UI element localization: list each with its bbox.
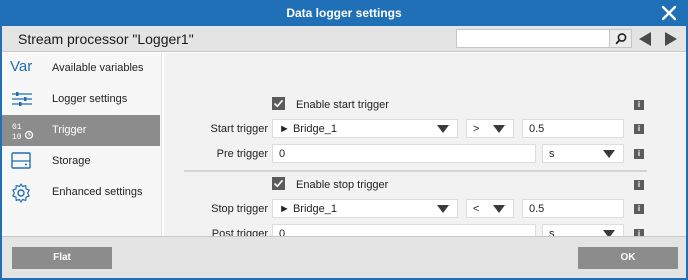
start-trigger-operator-dropdown[interactable]: >: [466, 119, 514, 138]
start-trigger-operator-value: >: [473, 123, 480, 135]
enable-stop-trigger-label: Enable stop trigger: [296, 179, 389, 191]
search-box: [456, 29, 632, 48]
pre-trigger-input[interactable]: 0: [272, 144, 536, 163]
previous-arrow-icon[interactable]: [638, 31, 652, 47]
ok-button[interactable]: OK: [578, 247, 678, 269]
svg-text:01: 01: [12, 123, 22, 132]
stop-trigger-source-value: ► Bridge_1: [279, 203, 337, 215]
dialog-frame: Stream processor "Logger1" Var Available…: [0, 26, 688, 280]
chevron-down-icon: [493, 205, 505, 213]
sub-header: Stream processor "Logger1": [2, 26, 686, 52]
chevron-down-icon: [437, 205, 449, 213]
sidebar-item-logger-settings[interactable]: Logger settings: [2, 84, 160, 115]
info-icon[interactable]: i: [634, 149, 644, 159]
stop-trigger-label: Stop trigger: [211, 203, 268, 215]
flat-button[interactable]: Flat: [12, 247, 112, 269]
sidebar: Var Available variables Logger settings …: [2, 53, 162, 236]
enable-start-trigger-checkbox[interactable]: [272, 97, 285, 110]
trigger-settings-panel: Enable start trigger i Start trigger ► B…: [164, 53, 686, 243]
title-bar: Data logger settings: [0, 0, 688, 26]
var-icon: Var: [10, 58, 33, 75]
pre-trigger-value: 0: [279, 148, 286, 160]
section-divider: [184, 170, 647, 172]
close-icon[interactable]: [660, 3, 678, 23]
info-icon[interactable]: i: [634, 100, 644, 110]
sidebar-item-enhanced-settings[interactable]: Enhanced settings: [2, 177, 160, 208]
gear-icon: [10, 182, 34, 203]
enable-start-trigger-label: Enable start trigger: [296, 99, 389, 111]
start-trigger-source-dropdown[interactable]: ► Bridge_1: [272, 119, 458, 138]
start-trigger-value-input[interactable]: 0.5: [522, 119, 624, 138]
sliders-icon: [10, 89, 34, 109]
svg-text:10: 10: [12, 133, 22, 142]
info-icon[interactable]: i: [634, 180, 644, 190]
sidebar-item-label: Storage: [52, 155, 91, 167]
info-icon[interactable]: i: [634, 204, 644, 214]
page-title: Stream processor "Logger1": [18, 31, 194, 47]
next-arrow-icon[interactable]: [664, 31, 678, 47]
sidebar-item-available-variables[interactable]: Var Available variables: [2, 53, 160, 84]
start-trigger-label: Start trigger: [210, 123, 268, 135]
sidebar-item-trigger[interactable]: 01 10 Trigger: [2, 115, 160, 146]
stop-trigger-source-dropdown[interactable]: ► Bridge_1: [272, 199, 458, 218]
footer-bar: Flat OK: [2, 236, 686, 278]
pre-trigger-unit-value: s: [549, 148, 555, 160]
start-trigger-source-value: ► Bridge_1: [279, 123, 337, 135]
stop-trigger-operator-dropdown[interactable]: <: [466, 199, 514, 218]
info-icon[interactable]: i: [634, 124, 644, 134]
stop-trigger-value-input[interactable]: 0.5: [522, 199, 624, 218]
chevron-down-icon: [493, 125, 505, 133]
start-trigger-value: 0.5: [529, 123, 545, 135]
sidebar-item-storage[interactable]: Storage: [2, 146, 160, 177]
sidebar-item-label: Trigger: [52, 124, 87, 136]
sidebar-item-label: Logger settings: [52, 93, 128, 105]
stop-trigger-operator-value: <: [473, 203, 480, 215]
enable-stop-trigger-checkbox[interactable]: [272, 177, 285, 190]
sidebar-item-label: Available variables: [52, 62, 144, 74]
trigger-icon: 01 10: [10, 120, 34, 142]
storage-icon: [10, 151, 34, 171]
search-icon[interactable]: [609, 30, 631, 47]
window-title: Data logger settings: [286, 6, 402, 20]
sidebar-item-label: Enhanced settings: [52, 186, 143, 198]
pre-trigger-unit-dropdown[interactable]: s: [542, 144, 624, 163]
chevron-down-icon: [437, 125, 449, 133]
stop-trigger-value: 0.5: [529, 203, 545, 215]
chevron-down-icon: [603, 150, 615, 158]
search-input[interactable]: [457, 30, 605, 47]
pre-trigger-label: Pre trigger: [216, 148, 268, 160]
